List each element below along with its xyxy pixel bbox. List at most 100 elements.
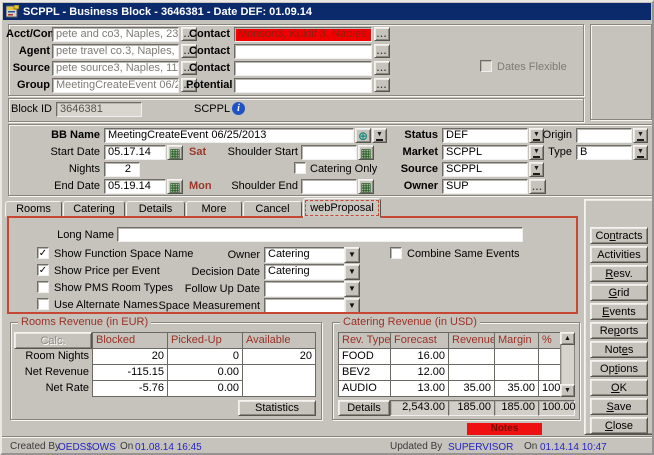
side-button-activities[interactable]: Activities	[590, 246, 648, 263]
app-icon	[6, 5, 19, 18]
rooms-cell-available-merged	[242, 364, 316, 397]
titlebar[interactable]: SCPPL - Business Block - 3646381 - Date …	[3, 3, 651, 20]
shoulder-end-field[interactable]	[301, 179, 357, 194]
side-button-notes[interactable]: Notes	[590, 341, 648, 358]
catering-cell: FOOD	[338, 348, 391, 365]
translate-globe-button[interactable]: ⊕	[355, 128, 371, 143]
catering-col-margin: Margin	[494, 332, 539, 349]
end-date-calendar-button[interactable]: ▦	[167, 179, 183, 194]
details-button[interactable]: Details	[338, 400, 390, 416]
shoulder-start-calendar-button[interactable]: ▦	[358, 145, 374, 160]
side-button-options[interactable]: Options	[590, 360, 648, 377]
calc-button[interactable]: Calc.	[14, 332, 92, 349]
bb-name-lov-button[interactable]: ▼	[372, 128, 387, 143]
dates-flexible-checkbox[interactable]: ✓	[480, 60, 492, 72]
group-field[interactable]: MeetingCreateEvent 06/25/2013	[52, 78, 179, 93]
group-label: Group	[6, 79, 50, 92]
status-field[interactable]: DEF	[442, 128, 528, 143]
nights-label: Nights	[36, 163, 100, 176]
contact2-field[interactable]	[234, 44, 372, 59]
catering-col-pct: %	[538, 332, 561, 349]
globe-icon: ⊕	[358, 130, 368, 142]
rooms-col-picked-up: Picked-Up	[167, 332, 243, 349]
info-icon[interactable]: i	[232, 102, 245, 115]
start-date-field[interactable]: 05.17.14	[104, 145, 166, 160]
catering-only-checkbox[interactable]: ✓	[294, 162, 306, 174]
type-field[interactable]: B	[576, 145, 632, 160]
block-id-field[interactable]: 3646381	[56, 102, 142, 117]
contact3-lookup-button[interactable]: ...	[374, 61, 390, 75]
rooms-cell: 20	[92, 348, 168, 365]
origin-lov-button[interactable]: ▼	[633, 128, 648, 143]
rooms-cell: 0	[167, 348, 243, 365]
contact2-lookup-button[interactable]: ...	[374, 44, 390, 58]
start-date-calendar-button[interactable]: ▦	[167, 145, 183, 160]
side-button-events[interactable]: Events	[590, 303, 648, 320]
type-lov-button[interactable]: ▼	[633, 145, 648, 160]
end-date-field[interactable]: 05.19.14	[104, 179, 166, 194]
catering-cell: 35.00	[494, 380, 539, 397]
catering-cell	[494, 364, 539, 381]
updated-on-value: 01.14.14 10:47	[540, 442, 607, 453]
tab-cancel[interactable]: Cancel	[243, 201, 302, 217]
potential-lookup-button[interactable]: ...	[374, 78, 390, 92]
catering-cell	[448, 348, 495, 365]
rooms-cell: 0.00	[167, 364, 243, 381]
notes-indicator-badge[interactable]: Notes	[467, 423, 542, 435]
bb-name-label: BB Name	[36, 129, 100, 142]
catering-cell: AUDIO	[338, 380, 391, 397]
acct-com-field[interactable]: pete and co3, Naples, 2394301212	[52, 27, 179, 42]
side-button-save[interactable]: Save	[590, 398, 648, 415]
acct-com-label: Acct/Com	[6, 28, 50, 41]
lov-arrow-icon: ▼	[533, 165, 540, 175]
bb-source-lov-button[interactable]: ▼	[529, 162, 544, 177]
bb-source-field[interactable]: SCPPL	[442, 162, 528, 177]
scroll-up-button[interactable]: ▲	[560, 332, 575, 345]
rooms-col-blocked: Blocked	[92, 332, 168, 349]
market-field[interactable]: SCPPL	[442, 145, 528, 160]
tab-webproposal[interactable]: webProposal	[303, 198, 381, 218]
contact1-lookup-button[interactable]: ...	[374, 27, 390, 41]
top-right-panel	[590, 24, 652, 120]
owner-lookup-button[interactable]: ...	[529, 179, 546, 194]
catering-cell	[538, 348, 561, 365]
source-field[interactable]: pete source3, Naples, 1111111111	[52, 61, 179, 76]
rooms-row-label: Net Rate	[10, 382, 89, 394]
catering-cell: 13.00	[390, 380, 449, 397]
catering-total-margin: 185.00	[494, 400, 539, 416]
agent-field[interactable]: pete travel co.3, Naples,	[52, 44, 179, 59]
contact1-field[interactable]: Monson3, Kuldif 3, Naples, 2334448555	[234, 27, 372, 42]
side-button-reports[interactable]: Reports	[590, 322, 648, 339]
contact3-field[interactable]	[234, 61, 372, 76]
window-title: SCPPL - Business Block - 3646381 - Date …	[23, 6, 312, 18]
shoulder-end-calendar-button[interactable]: ▦	[358, 179, 374, 194]
owner-field[interactable]: SUP	[442, 179, 528, 194]
side-button-resv[interactable]: Resv.	[590, 265, 648, 282]
catering-col-rev-type: Rev. Type	[338, 332, 391, 349]
side-button-close[interactable]: Close	[590, 417, 648, 434]
scroll-down-button[interactable]: ▼	[560, 384, 575, 397]
catering-total-pct: 100.00	[538, 400, 575, 416]
calendar-icon: ▦	[360, 181, 371, 193]
tab-details[interactable]: Details	[126, 201, 185, 217]
side-button-grid[interactable]: Grid	[590, 284, 648, 301]
bb-name-field[interactable]: MeetingCreateEvent 06/25/2013	[104, 128, 354, 143]
business-block-window: SCPPL - Business Block - 3646381 - Date …	[0, 0, 654, 455]
potential-field[interactable]	[234, 78, 372, 93]
statistics-button[interactable]: Statistics	[238, 400, 316, 416]
catering-revenue-title: Catering Revenue (in USD)	[340, 316, 480, 328]
nights-field[interactable]: 2	[104, 162, 140, 177]
side-button-ok[interactable]: OK	[590, 379, 648, 396]
tab-more[interactable]: More	[186, 201, 242, 217]
calendar-icon: ▦	[169, 147, 180, 159]
tab-catering[interactable]: Catering	[63, 201, 125, 217]
tab-rooms[interactable]: Rooms	[5, 201, 62, 217]
shoulder-start-field[interactable]	[301, 145, 357, 160]
arrow-down-icon: ▼	[564, 387, 571, 394]
rooms-col-available: Available	[242, 332, 316, 349]
catering-cell: BEV2	[338, 364, 391, 381]
end-date-label: End Date	[36, 180, 100, 193]
side-button-contracts[interactable]: Contracts	[590, 227, 648, 244]
property-code-label: SCPPL	[194, 103, 230, 116]
origin-field[interactable]	[576, 128, 632, 143]
